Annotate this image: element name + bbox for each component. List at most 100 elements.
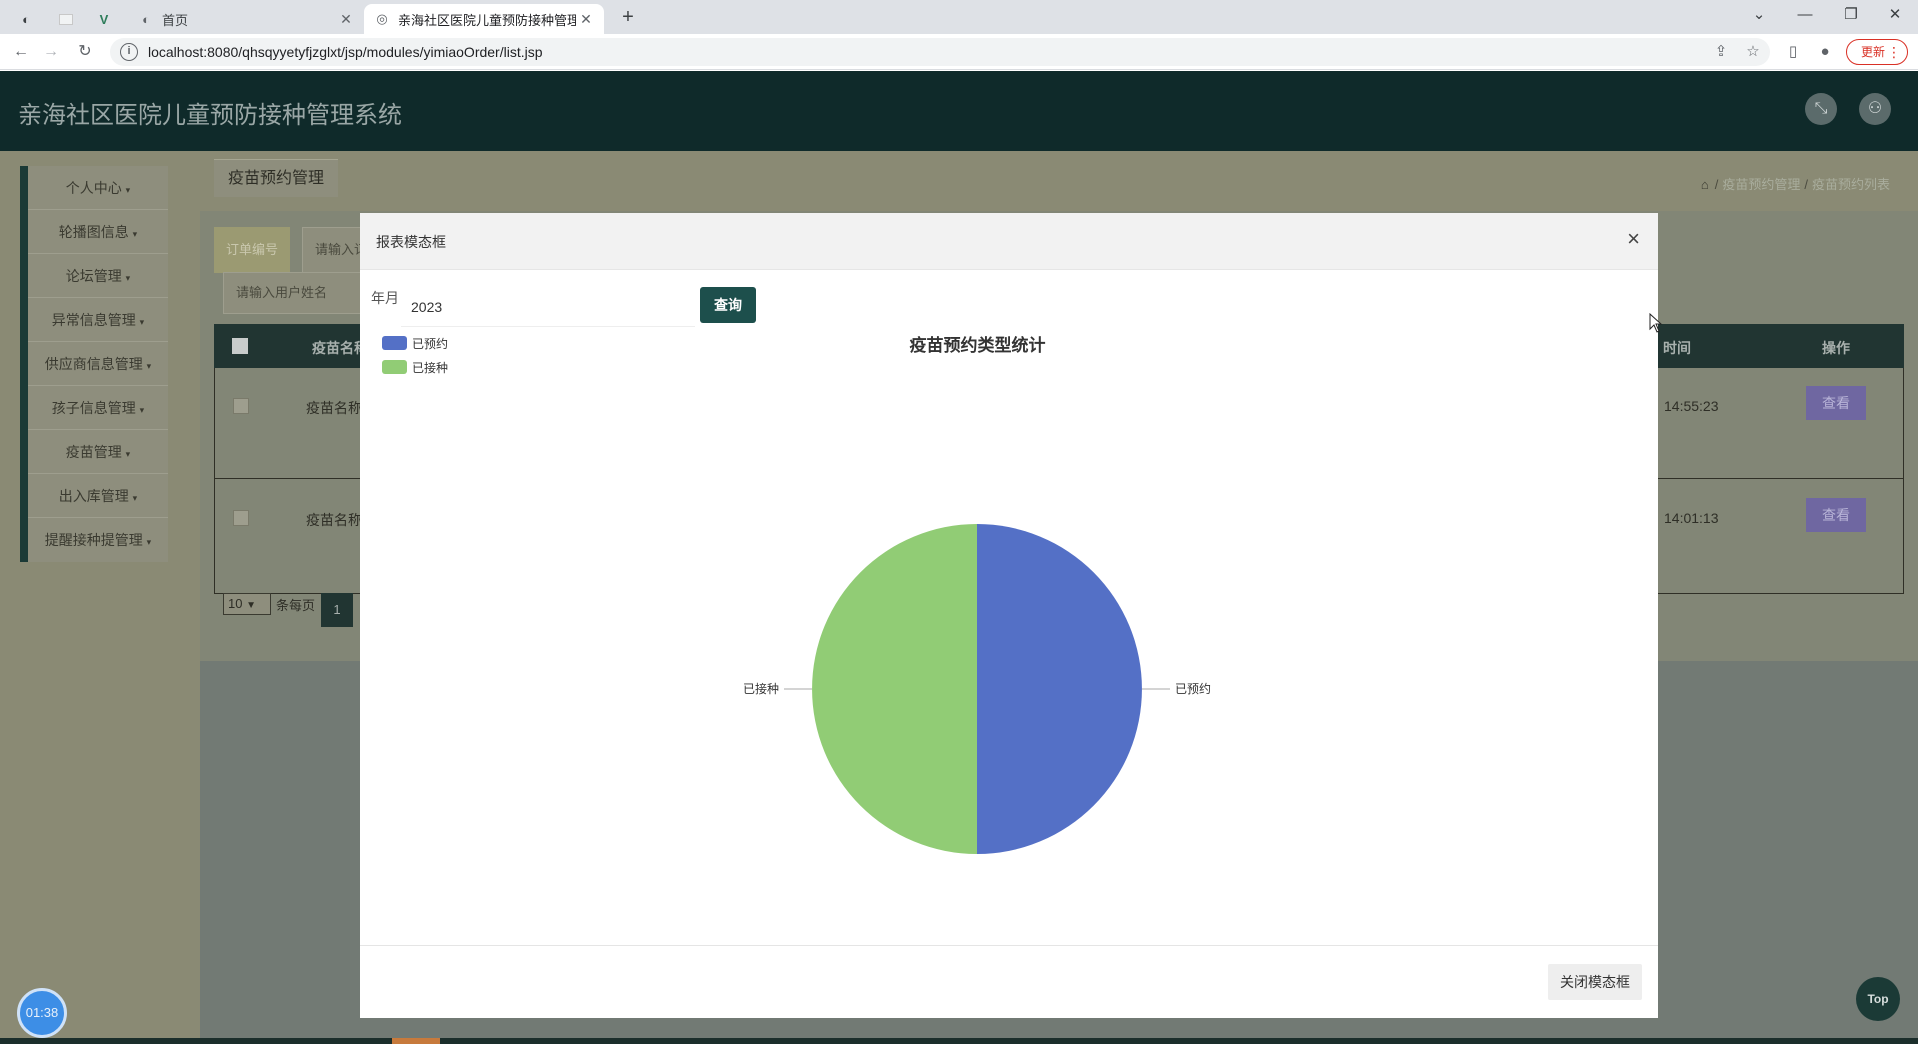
caret-down-icon: ▾ (146, 537, 152, 547)
table-cell: 疫苗名称 (306, 512, 362, 528)
site-icon: ◎ (376, 11, 388, 26)
page-title: 疫苗预约管理 (214, 159, 339, 197)
tab-active-system[interactable]: ◎ 亲海社区医院儿童预防接种管理系统 ✕ (364, 4, 604, 34)
tab-label: 亲海社区医院儿童预防接种管理系统 (398, 12, 576, 28)
legend-label: 已接种 (412, 360, 449, 375)
page-size-select[interactable]: 10 ▼ (223, 593, 271, 615)
view-button[interactable]: 查看 (1806, 386, 1866, 420)
sidebar-item-label: 出入库管理 (58, 488, 129, 504)
sidebar-item-label: 个人中心 (65, 180, 122, 196)
sidebar-item-vaccines[interactable]: 疫苗管理 ▾ (28, 430, 168, 474)
sidebar-item-label: 供应商信息管理 (44, 356, 143, 372)
app-viewport: 亲海社区医院儿童预防接种管理系统 ⤡ ⚇ 个人中心 ▾ 轮播图信息 ▾ 论坛管理… (0, 71, 1918, 1044)
page-number-button[interactable]: 1 (321, 593, 353, 627)
order-no-label: 订单编号 (214, 227, 290, 273)
select-all-checkbox[interactable] (232, 338, 248, 354)
chart-title: 疫苗预约类型统计 (909, 336, 1046, 355)
mouse-cursor-icon (1649, 313, 1663, 333)
side-panel-icon[interactable]: ▯ (1782, 41, 1804, 63)
sidebar-item-reminders[interactable]: 提醒接种提管理 ▾ (28, 518, 168, 562)
sidebar-item-forum[interactable]: 论坛管理 ▾ (28, 254, 168, 298)
browser-tab-bar: ◐ V ◐ 首页 ✕ ◎ 亲海社区医院儿童预防接种管理系统 ✕ + ⌄ — ❐ … (0, 0, 1918, 34)
column-header: 操作 (1822, 340, 1850, 356)
username-input[interactable]: 请输入用户姓名 (223, 272, 363, 314)
site-info-icon[interactable]: i (120, 43, 138, 61)
timer-badge: 01:38 (17, 988, 67, 1038)
update-button[interactable]: 更新 ⋮ (1846, 39, 1909, 65)
close-modal-button[interactable]: 关闭模态框 (1548, 964, 1642, 1000)
globe-icon: ◐ (142, 11, 150, 27)
legend-item[interactable]: 已接种 (382, 355, 448, 379)
sidebar-item-label: 论坛管理 (65, 268, 122, 284)
tab-pinned-globe[interactable]: ◐ (12, 4, 40, 34)
legend-item[interactable]: 已预约 (382, 331, 448, 355)
share-icon[interactable]: ⇪ (1710, 41, 1732, 63)
sidebar-item-exceptions[interactable]: 异常信息管理 ▾ (28, 298, 168, 342)
close-tab-icon[interactable]: ✕ (336, 11, 356, 28)
sidebar-item-children[interactable]: 孩子信息管理 ▾ (28, 386, 168, 430)
caret-down-icon: ▾ (132, 229, 138, 239)
user-avatar-icon[interactable]: ⚇ (1859, 93, 1891, 125)
back-to-top-button[interactable]: Top (1856, 977, 1900, 1021)
caret-down-icon: ▾ (132, 493, 138, 503)
caret-down-icon: ▾ (125, 273, 131, 283)
globe-icon: ◐ (22, 11, 30, 27)
breadcrumb: ⌂ / 疫苗预约管理 / 疫苗预约列表 (1700, 177, 1890, 192)
sidebar-menu: 个人中心 ▾ 轮播图信息 ▾ 论坛管理 ▾ 异常信息管理 ▾ 供应商信息管理 ▾… (20, 166, 168, 562)
legend-swatch (382, 360, 407, 374)
caret-down-icon: ▾ (125, 185, 131, 195)
slice-label: 已预约 (1175, 681, 1211, 696)
order-no-input[interactable]: 请输入订 (302, 227, 362, 273)
table-cell: 14:55:23 (1664, 398, 1719, 414)
home-icon[interactable]: ⌂ (1701, 177, 1709, 192)
caret-down-icon: ▾ (125, 449, 131, 459)
page-size-label: 条每页 (276, 598, 316, 613)
chevron-down-icon: ▼ (246, 600, 256, 611)
sidebar-item-personal-center[interactable]: 个人中心 ▾ (28, 166, 168, 210)
view-button[interactable]: 查看 (1806, 498, 1866, 532)
reload-button[interactable]: ↻ (72, 39, 98, 65)
table-cell: 疫苗名称 (306, 400, 362, 416)
close-tab-icon[interactable]: ✕ (576, 11, 596, 28)
url-text: localhost:8080/qhsqyyetyfjzglxt/jsp/modu… (148, 44, 543, 60)
app-header: 亲海社区医院儿童预防接种管理系统 ⤡ ⚇ (0, 71, 1918, 151)
close-window-button[interactable]: ✕ (1872, 0, 1918, 30)
legend-swatch (382, 336, 407, 350)
back-button[interactable]: ← (8, 39, 34, 65)
sidebar-item-label: 提醒接种提管理 (44, 532, 143, 548)
tab-pinned-vue[interactable]: V (90, 4, 118, 34)
fullscreen-icon[interactable]: ⤡ (1805, 93, 1837, 125)
sidebar-item-label: 孩子信息管理 (51, 400, 136, 416)
sidebar-item-label: 轮播图信息 (58, 224, 129, 240)
row-checkbox[interactable] (233, 510, 249, 526)
column-header[interactable]: 时间 (1663, 338, 1691, 358)
vue-logo-icon: V (99, 11, 109, 27)
sidebar-item-carousel[interactable]: 轮播图信息 ▾ (28, 210, 168, 254)
sidebar-item-inventory[interactable]: 出入库管理 ▾ (28, 474, 168, 518)
sidebar-item-suppliers[interactable]: 供应商信息管理 ▾ (28, 342, 168, 386)
minimize-button[interactable]: — (1782, 0, 1828, 30)
new-tab-button[interactable]: + (614, 4, 642, 32)
pie-slice[interactable] (977, 524, 1142, 854)
tab-home[interactable]: ◐ 首页 ✕ (128, 4, 364, 34)
legend-label: 已预约 (412, 336, 449, 351)
bookmark-star-icon[interactable]: ☆ (1742, 41, 1764, 63)
breadcrumb-item[interactable]: 疫苗预约管理 (1722, 177, 1800, 192)
report-modal: 报表模态框 × 年月 2023 查询 已预约 已接种 疫苗预约类型统计 已预约 已… (360, 213, 1658, 1018)
tab-label: 首页 (162, 12, 189, 28)
restore-button[interactable]: ❐ (1828, 0, 1874, 30)
caret-down-icon: ▾ (139, 405, 145, 415)
row-checkbox[interactable] (233, 398, 249, 414)
profile-icon[interactable]: ● (1814, 41, 1836, 63)
tab-pinned-blank[interactable] (52, 4, 80, 34)
app-title: 亲海社区医院儿童预防接种管理系统 (18, 102, 402, 129)
sidebar-item-label: 异常信息管理 (51, 312, 136, 328)
pie-slice[interactable] (812, 524, 977, 854)
tab-search-icon[interactable]: ⌄ (1736, 0, 1782, 30)
caret-down-icon: ▾ (139, 317, 145, 327)
forward-button[interactable]: → (38, 39, 64, 65)
blank-page-icon (59, 13, 73, 25)
more-menu-icon[interactable]: ⋮ (1887, 40, 1901, 64)
url-field[interactable]: i localhost:8080/qhsqyyetyfjzglxt/jsp/mo… (110, 38, 1770, 66)
update-label: 更新 (1861, 45, 1886, 59)
